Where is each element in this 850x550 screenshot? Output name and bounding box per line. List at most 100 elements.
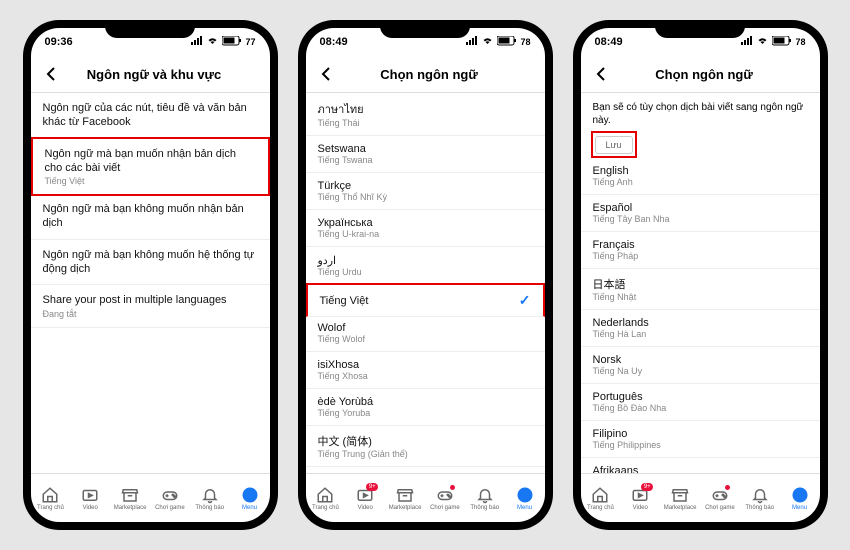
instruction-text: Bạn sẽ có tùy chọn dịch bài viết sang ng… [581, 93, 820, 131]
signal-icon [191, 36, 203, 48]
language-row[interactable]: NorskTiếng Na Uy [581, 347, 820, 384]
language-row[interactable]: WolofTiếng Wolof [306, 315, 545, 352]
language-sub: Tiếng Thổ Nhĩ Kỳ [318, 192, 388, 202]
save-button[interactable]: Lưu [595, 136, 633, 154]
phone-3: 08:49 78 Chọn ngôn ngữ Bạn sẽ có tùy chọ… [573, 20, 828, 530]
badge: 9+ [641, 483, 653, 491]
row-title: Ngôn ngữ mà bạn không muốn nhận bản dịch [43, 202, 258, 231]
home-icon [591, 486, 609, 504]
bottom-nav: Trang chủVideoMarketplace Chơi game Thông … [31, 473, 270, 522]
nav-menu[interactable]: Menu [230, 486, 270, 511]
nav-label: Chơi game [155, 505, 185, 511]
phone-1: 09:36 77 Ngôn ngữ và khu vực Ngôn ngữ củ… [23, 20, 278, 530]
back-button[interactable] [41, 64, 61, 84]
language-row[interactable]: اردوTiếng Urdu [306, 247, 545, 285]
notification-dot [450, 485, 455, 490]
content: Ngôn ngữ của các nút, tiêu đề và văn bản… [31, 93, 270, 473]
nav-store[interactable]: Marketplace [385, 486, 425, 511]
language-row[interactable]: SetswanaTiếng Tswana [306, 136, 545, 173]
nav-label: Thông báo [470, 505, 499, 511]
language-name: Wolof [318, 322, 366, 334]
language-row[interactable]: 日本語Tiếng Nhật [581, 269, 820, 310]
nav-home[interactable]: Trang chủ [581, 486, 621, 511]
language-row[interactable]: УкраїнськаTiếng U-krai-na [306, 210, 545, 247]
language-row[interactable]: isiXhosaTiếng Xhosa [306, 352, 545, 389]
language-row[interactable]: TürkçeTiếng Thổ Nhĩ Kỳ [306, 173, 545, 210]
language-name: ภาษาไทย [318, 100, 364, 118]
save-highlight: Lưu [591, 131, 637, 158]
nav-menu[interactable]: Menu [780, 486, 820, 511]
nav-label: Trang chủ [312, 505, 339, 511]
settings-row[interactable]: Ngôn ngữ mà bạn không muốn nhận bản dịch [31, 194, 270, 240]
settings-row[interactable]: Ngôn ngữ mà bạn không muốn hệ thống tự đ… [31, 240, 270, 286]
language-row[interactable]: Tiếng Việt✓ [306, 283, 545, 317]
language-name: اردو [318, 254, 362, 267]
settings-row[interactable]: Ngôn ngữ của các nút, tiêu đề và văn bản… [31, 93, 270, 139]
settings-row[interactable]: Ngôn ngữ mà bạn muốn nhận bản dịch cho c… [31, 137, 270, 197]
language-sub: Tiếng Trung (Giản thể) [318, 449, 408, 459]
signal-icon [466, 36, 478, 48]
bottom-nav: Trang chủ 9+ Video MarketplaceChơi gameThôn… [581, 473, 820, 522]
status-time: 08:49 [595, 36, 623, 48]
language-sub: Tiếng Thái [318, 118, 364, 128]
language-row[interactable]: FilipinoTiếng Philippines [581, 421, 820, 458]
video-icon: 9+ [356, 486, 374, 504]
status-time: 08:49 [320, 36, 348, 48]
nav-video[interactable]: 9+ Video [620, 486, 660, 511]
nav-home[interactable]: Trang chủ [306, 486, 346, 511]
language-row[interactable]: èdè YorùbáTiếng Yoruba [306, 389, 545, 426]
language-row[interactable]: EnglishTiếng Anh [581, 158, 820, 195]
nav-store[interactable]: Marketplace [110, 486, 150, 511]
language-name: English [593, 165, 633, 177]
menu-icon [241, 486, 259, 504]
nav-video[interactable]: 9+Video [345, 486, 385, 511]
nav-bell[interactable]: Thông báo [740, 486, 780, 511]
nav-bell[interactable]: Thông báo [190, 486, 230, 511]
language-name: isiXhosa [318, 359, 368, 371]
battery-icon [222, 36, 242, 49]
wifi-icon [756, 36, 769, 48]
language-name: Norsk [593, 354, 643, 366]
language-row[interactable]: EspañolTiếng Tây Ban Nha [581, 195, 820, 232]
nav-label: Menu [792, 505, 807, 511]
nav-game[interactable]: Chơi game [425, 486, 465, 511]
back-button[interactable] [591, 64, 611, 84]
language-name: Türkçe [318, 180, 388, 192]
language-row[interactable]: PortuguêsTiếng Bồ Đào Nha [581, 384, 820, 421]
nav-game[interactable]: Chơi game [700, 486, 740, 511]
nav-video[interactable]: Video [70, 486, 110, 511]
nav-label: Chơi game [430, 505, 460, 511]
language-sub: Tiếng Urdu [318, 267, 362, 277]
nav-menu[interactable]: Menu [505, 486, 545, 511]
language-name: Português [593, 391, 667, 403]
settings-row[interactable]: Share your post in multiple languagesĐan… [31, 285, 270, 327]
language-sub: Tiếng Hà Lan [593, 329, 649, 339]
language-row[interactable]: AfrikaansTiếng Afrikaans [581, 458, 820, 473]
status-right: 78 [741, 36, 805, 49]
nav-label: Marketplace [389, 505, 422, 511]
page-header: Ngôn ngữ và khu vực [31, 56, 270, 93]
nav-home[interactable]: Trang chủ [31, 486, 71, 511]
language-row[interactable]: NederlandsTiếng Hà Lan [581, 310, 820, 347]
store-icon [396, 486, 414, 504]
notch [105, 20, 195, 38]
language-row[interactable]: 中文 (简体)Tiếng Trung (Giản thể) [306, 426, 545, 467]
language-sub: Tiếng Na Uy [593, 366, 643, 376]
screen: 09:36 77 Ngôn ngữ và khu vực Ngôn ngữ củ… [31, 28, 270, 522]
language-row[interactable]: ภาษาไทยTiếng Thái [306, 93, 545, 136]
language-sub: Tiếng Tây Ban Nha [593, 214, 670, 224]
language-name: Setswana [318, 143, 373, 155]
header-title: Chọn ngôn ngữ [344, 67, 515, 82]
back-button[interactable] [316, 64, 336, 84]
language-row[interactable]: FrançaisTiếng Pháp [581, 232, 820, 269]
screen: 08:49 78 Chọn ngôn ngữ ภาษาไทยTiếng Thái… [306, 28, 545, 522]
bell-icon [751, 486, 769, 504]
nav-bell[interactable]: Thông báo [465, 486, 505, 511]
nav-store[interactable]: Marketplace [660, 486, 700, 511]
language-name: Nederlands [593, 317, 649, 329]
nav-label: Video [633, 505, 648, 511]
language-sub: Tiếng Nhật [593, 292, 637, 302]
nav-game[interactable]: Chơi game [150, 486, 190, 511]
language-name: 日本語 [593, 276, 637, 292]
status-right: 78 [466, 36, 530, 49]
